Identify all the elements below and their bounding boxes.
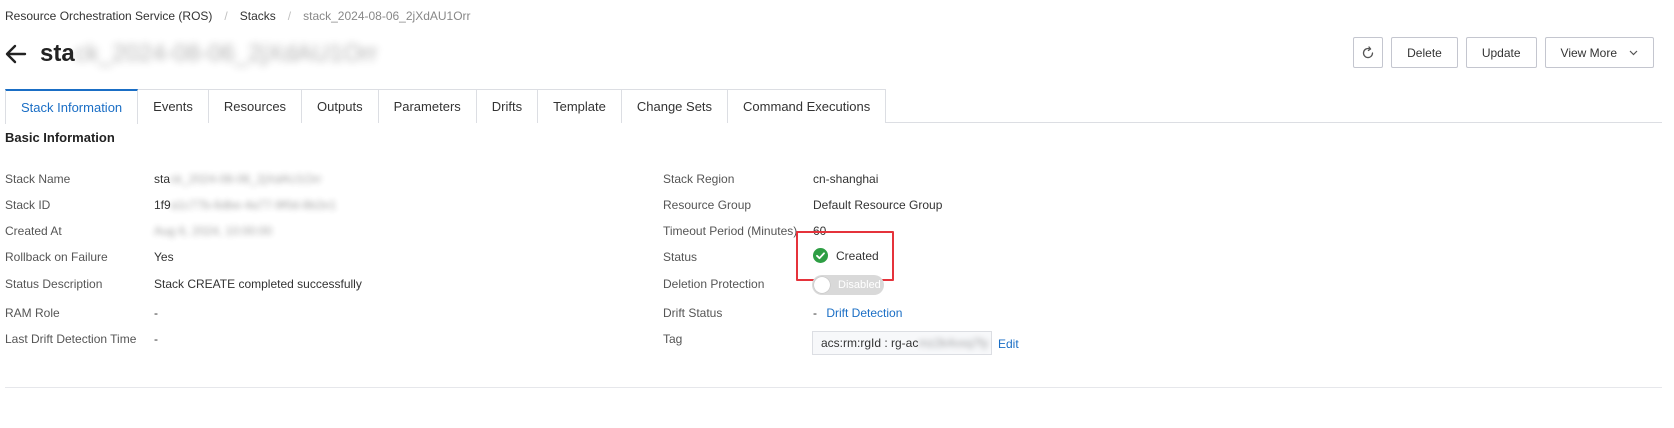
tab-drifts[interactable]: Drifts [476,89,539,123]
page-title-obscured: ck_2024-08-06_2jXdAU1Orr [74,40,378,67]
page-title: stack_2024-08-06_2jXdAU1Orr [40,40,378,68]
breadcrumb-stacks[interactable]: Stacks [240,9,276,23]
title-row: stack_2024-08-06_2jXdAU1Orr [5,40,378,68]
chevron-down-icon [1629,50,1638,55]
check-circle-icon [813,248,828,263]
value-resource-group: Default Resource Group [813,198,943,212]
label-timeout-period: Timeout Period (Minutes) [663,224,798,238]
tab-template[interactable]: Template [538,89,622,123]
label-created-at: Created At [5,224,62,238]
drift-status-text: - [813,306,817,320]
tab-bar: Stack Information Events Resources Outpu… [5,89,1662,124]
delete-button[interactable]: Delete [1391,37,1458,68]
breadcrumb: Resource Orchestration Service (ROS) / S… [5,9,471,23]
header-actions: Delete Update View More [1353,37,1654,68]
refresh-button[interactable] [1353,37,1384,68]
label-stack-region: Stack Region [663,172,735,186]
value-drift-status: - Drift Detection [813,306,902,320]
tab-parameters[interactable]: Parameters [378,89,477,123]
tag-prefix: acs:rm:rgId : rg-ac [821,336,919,350]
breadcrumb-separator: / [287,9,292,23]
label-rollback: Rollback on Failure [5,250,108,264]
deletion-protection-toggle[interactable]: Disabled [812,275,884,295]
tab-change-sets[interactable]: Change Sets [621,89,729,123]
label-stack-name: Stack Name [5,172,71,186]
label-resource-group: Resource Group [663,198,752,212]
breadcrumb-ros[interactable]: Resource Orchestration Service (ROS) [5,9,212,23]
label-drift-status: Drift Status [663,306,723,320]
refresh-icon [1363,45,1374,58]
value-created-at: Aug 6, 2024, 10:00:00 [154,224,273,238]
label-status-description: Status Description [5,277,103,291]
value-status: Created [813,248,879,263]
view-more-button[interactable]: View More [1544,37,1654,68]
tab-outputs[interactable]: Outputs [302,89,379,123]
value-last-drift-detection: - [154,332,158,346]
page-title-prefix: sta [40,40,75,67]
value-rollback: Yes [154,250,174,264]
drift-detection-link[interactable]: Drift Detection [826,306,902,320]
value-stack-name-prefix: sta [154,172,171,186]
section-title: Basic Information [5,130,115,145]
edit-tag-link[interactable]: Edit [998,337,1019,351]
value-stack-region: cn-shanghai [813,172,879,186]
label-tag: Tag [663,332,683,346]
toggle-text: Disabled [838,279,881,291]
value-stack-name: stack_2024-08-06_2jXdAU1Orr [154,172,321,186]
value-stack-id-prefix: 1f9 [154,198,171,212]
tag-chip: acs:rm:rgId : rg-ac mz2k4vxq7fy [812,331,992,355]
value-status-description: Stack CREATE completed successfully [154,277,362,291]
label-deletion-protection: Deletion Protection [663,277,765,291]
label-ram-role: RAM Role [5,306,60,320]
tab-events[interactable]: Events [138,89,209,123]
label-stack-id: Stack ID [5,198,51,212]
value-ram-role: - [154,306,158,320]
divider [5,387,1662,388]
value-stack-name-obscured: ck_2024-08-06_2jXdAU1Orr [170,172,322,186]
value-timeout-period: 60 [813,224,827,238]
view-more-label: View More [1560,45,1617,60]
status-text: Created [836,248,879,263]
arrow-left-icon[interactable] [5,43,27,65]
tab-stack-information[interactable]: Stack Information [5,89,139,124]
breadcrumb-current: stack_2024-08-06_2jXdAU1Orr [303,9,471,23]
toggle-knob [814,277,830,293]
tab-command-executions[interactable]: Command Executions [728,89,887,123]
label-status: Status [663,250,698,264]
tag-obscured: mz2k4vxq7fy [918,336,989,350]
value-stack-id: 1f9a1c77b-6dbe-4a77-9f0d-8b2e1 [154,198,336,212]
tab-resources[interactable]: Resources [208,89,303,123]
label-last-drift-detection: Last Drift Detection Time [5,332,137,346]
breadcrumb-separator: / [224,9,228,23]
value-stack-id-obscured: a1c77b-6dbe-4a77-9f0d-8b2e1 [170,198,337,212]
update-button[interactable]: Update [1465,37,1537,68]
